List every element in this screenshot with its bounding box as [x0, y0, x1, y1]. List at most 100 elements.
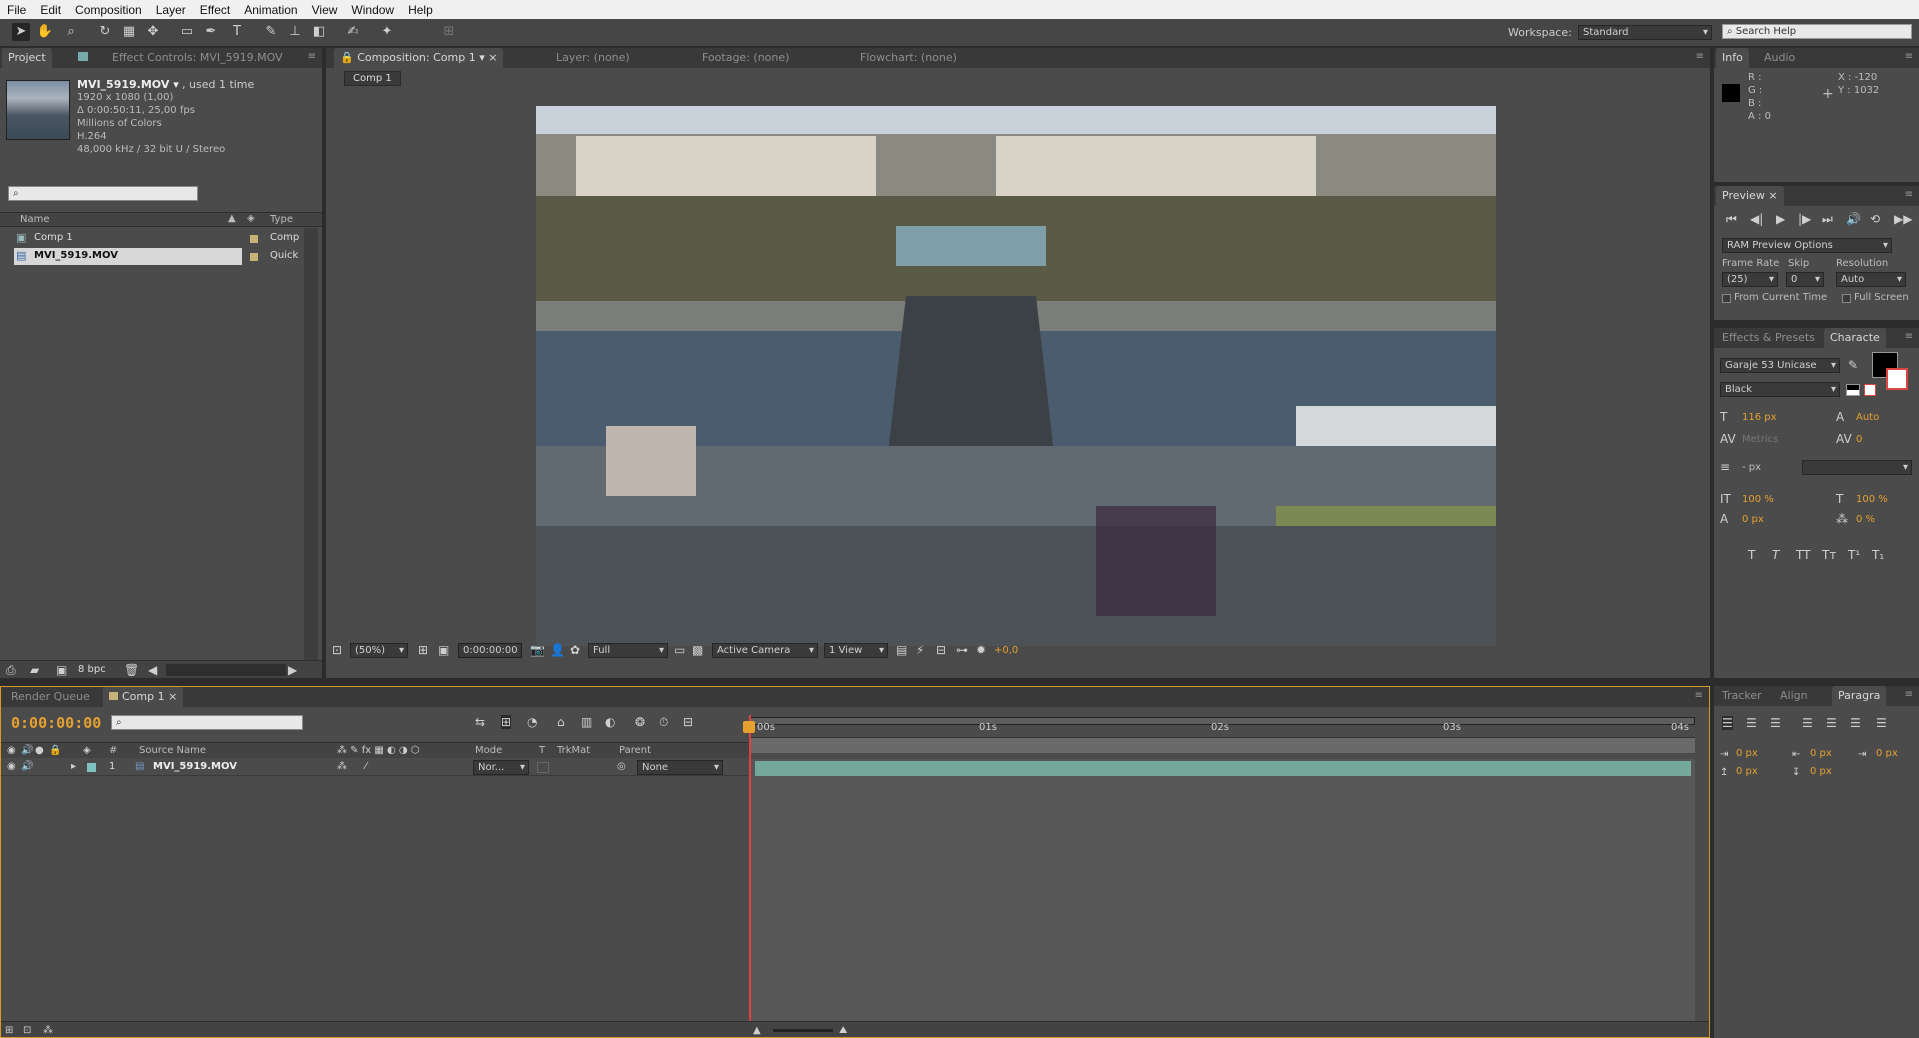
current-time-field[interactable]: 0:00:00:00: [458, 643, 522, 658]
panel-menu-icon[interactable]: ≡: [1905, 331, 1913, 342]
kerning-value[interactable]: Metrics: [1742, 434, 1778, 445]
video-eye-icon[interactable]: ◉: [7, 760, 16, 774]
menu-layer[interactable]: Layer: [149, 3, 193, 17]
time-navigator[interactable]: [749, 737, 1695, 753]
mask-visibility-icon[interactable]: ▣: [438, 643, 449, 657]
zoom-out-icon[interactable]: ▲: [753, 1024, 761, 1037]
panel-menu-icon[interactable]: ≡: [308, 51, 316, 62]
previous-frame-icon[interactable]: ◀|: [1750, 212, 1763, 226]
menu-effect[interactable]: Effect: [193, 3, 237, 17]
close-icon[interactable]: ×: [168, 690, 177, 703]
panel-menu-icon[interactable]: ≡: [1695, 690, 1703, 701]
parent-dropdown[interactable]: None: [637, 760, 723, 775]
color-channel-icon[interactable]: ✿: [570, 643, 580, 657]
align-center-icon[interactable]: ☰: [1746, 716, 1757, 730]
menu-help[interactable]: Help: [401, 3, 440, 17]
space-after-value[interactable]: 0 px: [1810, 766, 1832, 777]
justify-left-icon[interactable]: ☰: [1802, 716, 1813, 730]
graph-editor-icon[interactable]: ⊟: [683, 715, 693, 729]
eraser-tool-icon[interactable]: ◧: [310, 23, 328, 41]
toggle-transfer-icon[interactable]: ⊡: [23, 1024, 31, 1037]
tab-preview[interactable]: Preview ×: [1716, 186, 1784, 206]
comp-breadcrumb[interactable]: Comp 1: [344, 71, 401, 86]
time-ruler[interactable]: 00s 01s 02s 03s 04s: [749, 715, 1695, 759]
interpret-footage-icon[interactable]: ⎙: [6, 663, 16, 677]
tab-project[interactable]: Project: [2, 48, 52, 68]
vertical-scale-value[interactable]: 100 %: [1742, 494, 1774, 505]
ram-preview-options-dropdown[interactable]: RAM Preview Options: [1722, 238, 1892, 253]
close-icon[interactable]: ×: [488, 51, 497, 64]
composition-viewer[interactable]: [536, 106, 1496, 646]
playhead-handle[interactable]: [743, 721, 755, 733]
menu-window[interactable]: Window: [344, 3, 401, 17]
label-color-swatch[interactable]: [250, 253, 258, 261]
shy-switch-icon[interactable]: ⁂: [337, 760, 347, 774]
column-source-name[interactable]: Source Name: [139, 745, 206, 756]
region-of-interest-icon[interactable]: ▭: [674, 643, 685, 657]
camera-dropdown[interactable]: Active Camera: [712, 643, 818, 658]
toggle-pixel-aspect-icon[interactable]: ▤: [896, 643, 907, 657]
motion-blur-icon[interactable]: ◐: [605, 715, 615, 729]
project-scrollbar[interactable]: [304, 228, 318, 660]
baseline-shift-value[interactable]: 0 px: [1742, 514, 1764, 525]
column-parent[interactable]: Parent: [619, 745, 651, 756]
snapshot-icon[interactable]: 📷: [530, 643, 545, 657]
selection-tool-icon[interactable]: ➤: [12, 23, 30, 41]
tab-effects-presets[interactable]: Effects & Presets: [1716, 328, 1821, 348]
safe-zones-icon[interactable]: ⊞: [418, 643, 428, 657]
menu-edit[interactable]: Edit: [33, 3, 68, 17]
transparency-grid-icon[interactable]: ▩: [692, 643, 703, 657]
tab-footage[interactable]: Footage: (none): [696, 48, 795, 68]
superscript-button[interactable]: T¹: [1848, 548, 1860, 562]
layer-duration-bar[interactable]: [755, 761, 1691, 776]
project-item-row[interactable]: ▤ MVI_5919.MOV Quick: [0, 248, 304, 265]
tab-effect-controls[interactable]: Effect Controls: MVI_5919.MOV: [72, 48, 289, 68]
trash-icon[interactable]: 🗑: [124, 663, 139, 677]
stroke-width-value[interactable]: - px: [1742, 462, 1761, 473]
from-current-time-checkbox[interactable]: [1722, 294, 1731, 303]
bit-depth-button[interactable]: 8 bpc: [78, 664, 106, 675]
no-color-icon[interactable]: [1864, 384, 1876, 396]
zoom-in-icon[interactable]: ⛰: [839, 1024, 847, 1037]
fast-previews-icon[interactable]: ⚡: [916, 643, 924, 657]
tab-character[interactable]: Characte: [1824, 328, 1886, 348]
project-search-input[interactable]: ⌕: [8, 186, 198, 201]
pen-tool-icon[interactable]: ✒: [202, 23, 220, 41]
justify-center-icon[interactable]: ☰: [1826, 716, 1837, 730]
column-mode[interactable]: Mode: [475, 745, 502, 756]
ram-preview-icon[interactable]: ▶▶: [1894, 212, 1912, 226]
preview-resolution-dropdown[interactable]: Auto: [1836, 272, 1906, 287]
blend-mode-dropdown[interactable]: Nor...: [473, 760, 529, 775]
hand-tool-icon[interactable]: ✋: [36, 23, 54, 41]
default-colors-icon[interactable]: [1846, 384, 1860, 396]
comp-mini-flowchart-icon[interactable]: ⇆: [475, 715, 485, 729]
view-layout-dropdown[interactable]: 1 View: [824, 643, 888, 658]
flowchart-icon[interactable]: ⊶: [956, 643, 968, 657]
roto-brush-tool-icon[interactable]: ✍: [344, 23, 362, 41]
new-folder-icon[interactable]: ▰: [30, 663, 39, 677]
column-name[interactable]: Name: [20, 214, 50, 225]
zoom-tool-icon[interactable]: ⌕: [62, 23, 80, 41]
puppet-pin-tool-icon[interactable]: ✦: [378, 23, 396, 41]
first-frame-icon[interactable]: ⏮: [1726, 212, 1737, 226]
exposure-value[interactable]: +0,0: [994, 645, 1018, 656]
shy-layers-icon[interactable]: ⌂: [557, 715, 565, 729]
font-family-dropdown[interactable]: Garaje 53 Unicase: [1720, 358, 1840, 373]
menu-composition[interactable]: Composition: [68, 3, 149, 17]
leading-value[interactable]: Auto: [1856, 412, 1879, 423]
tsume-value[interactable]: 0 %: [1856, 514, 1875, 525]
menu-view[interactable]: View: [305, 3, 345, 17]
indent-left-value[interactable]: 0 px: [1736, 748, 1758, 759]
preserve-transparency-checkbox[interactable]: [537, 762, 549, 773]
rectangle-mask-tool-icon[interactable]: ▭: [178, 23, 196, 41]
timeline-current-time[interactable]: 0:00:00:00: [11, 714, 101, 732]
new-composition-icon[interactable]: ▣: [56, 663, 67, 677]
toggle-switches-icon[interactable]: ⊞: [5, 1024, 13, 1037]
panel-menu-icon[interactable]: ≡: [1696, 51, 1704, 62]
magnification-dropdown[interactable]: (50%): [350, 643, 408, 658]
justify-all-icon[interactable]: ☰: [1876, 716, 1887, 730]
clone-stamp-tool-icon[interactable]: ⊥: [286, 23, 304, 41]
faux-italic-button[interactable]: T: [1772, 548, 1779, 562]
footage-name[interactable]: MVI_5919.MOV ▾: [77, 78, 179, 91]
all-caps-button[interactable]: TT: [1796, 548, 1810, 562]
